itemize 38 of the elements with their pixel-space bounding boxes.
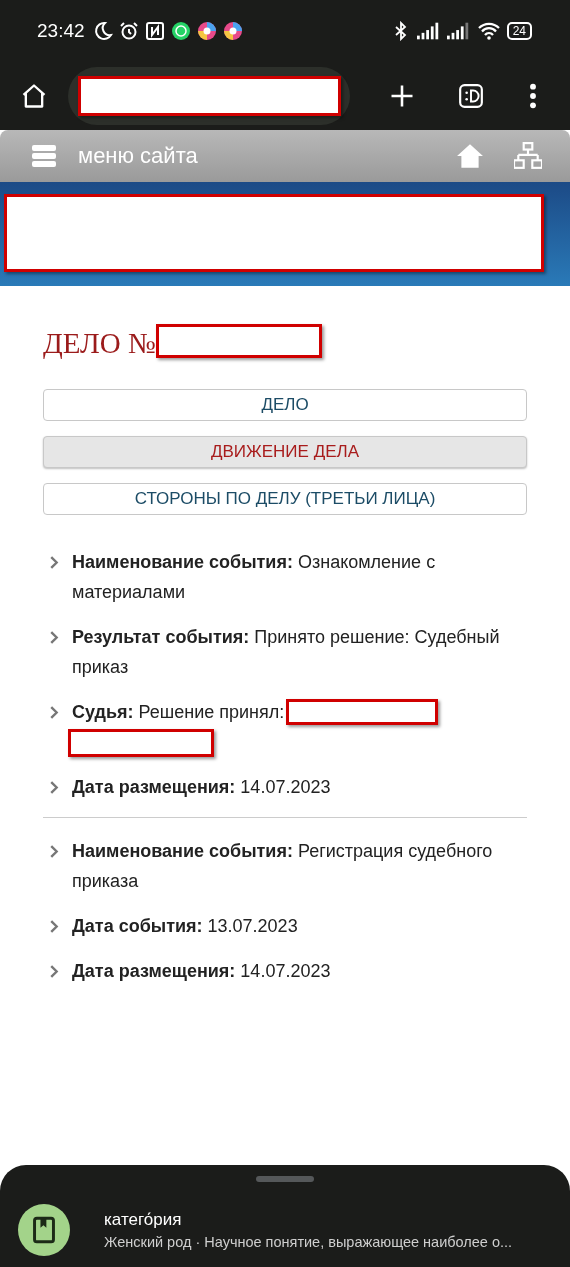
event-field: Результат события: Принято решение: Судебный приказ — [72, 622, 527, 682]
app-icon — [222, 21, 243, 41]
chevron-icon — [50, 556, 59, 569]
chevron-icon — [50, 706, 59, 719]
signal-icon — [416, 22, 441, 40]
home-icon[interactable] — [20, 82, 48, 110]
signal-icon — [446, 22, 471, 40]
case-title: ДЕЛО № — [43, 326, 156, 360]
case-tab[interactable]: СТОРОНЫ ПО ДЕЛУ (ТРЕТЬИ ЛИЦА) — [43, 483, 527, 515]
event-field: Наименование события: Регистрация судебного приказа — [72, 836, 527, 896]
chevron-icon — [50, 920, 59, 933]
clock-time: 23:42 — [37, 20, 85, 42]
case-tab[interactable]: ДЕЛО — [43, 389, 527, 421]
chevron-icon — [50, 965, 59, 978]
event-field: Дата размещения: 14.07.2023 — [72, 772, 527, 802]
event-field: Наименование события: Ознакомление с материалами — [72, 547, 527, 607]
app-icon — [196, 21, 217, 41]
chevron-icon — [50, 781, 59, 794]
sitemap-icon[interactable] — [514, 142, 542, 170]
event-field: Дата события: 13.07.2023 — [72, 911, 527, 941]
tab-switcher-icon[interactable] — [458, 82, 484, 110]
word-title: катего́рия — [104, 1210, 183, 1230]
event-field: Судья: Решение принял: — [72, 697, 285, 727]
more-options-icon[interactable] — [528, 82, 538, 110]
battery-level: 24 — [512, 24, 526, 38]
alarm-icon — [118, 21, 139, 41]
wifi-icon — [476, 22, 501, 40]
book-icon — [18, 1204, 70, 1256]
chat-app-icon — [170, 21, 191, 41]
chevron-icon — [50, 845, 59, 858]
chevron-icon — [50, 631, 59, 644]
case-tab[interactable]: ДВИЖЕНИЕ ДЕЛА — [43, 436, 527, 468]
drag-handle[interactable] — [256, 1176, 314, 1182]
word-definition: Женский род · Научное понятие, выражающее наиболее о... — [104, 1234, 513, 1250]
event-field: Дата размещения: 14.07.2023 — [72, 956, 527, 986]
moon-icon — [92, 21, 113, 41]
menu-icon[interactable] — [32, 143, 56, 169]
nfc-icon — [144, 21, 165, 41]
